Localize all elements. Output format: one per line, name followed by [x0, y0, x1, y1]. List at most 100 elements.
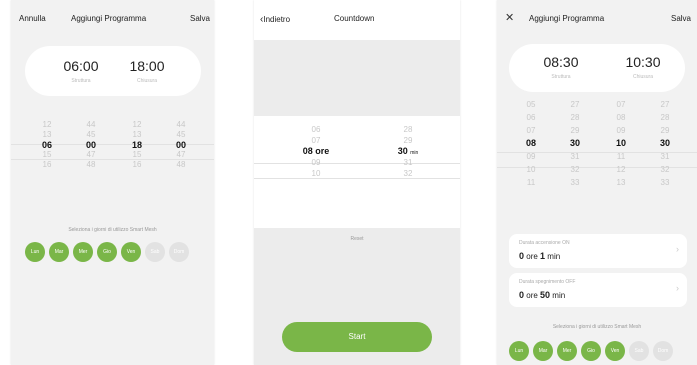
- day-toggle-ven[interactable]: Ven: [121, 242, 141, 262]
- page-title: Aggiungi Programma: [71, 14, 147, 23]
- picker-value[interactable]: 29: [651, 124, 679, 137]
- minute-off-picker[interactable]: 44 45 00 47 48: [167, 120, 195, 170]
- picker-value[interactable]: 11: [517, 176, 545, 189]
- picker-value[interactable]: 30: [651, 137, 679, 150]
- picker-value[interactable]: 12: [123, 120, 151, 130]
- picker-value[interactable]: 28: [651, 111, 679, 124]
- picker-value[interactable]: 06: [33, 140, 61, 150]
- off-time-label: Chiusura: [136, 78, 157, 84]
- picker-value[interactable]: 08 ore: [294, 146, 338, 157]
- picker-value[interactable]: 13: [123, 130, 151, 140]
- picker-value[interactable]: 10: [294, 168, 338, 179]
- picker-value[interactable]: 28: [561, 111, 589, 124]
- day-toggle-mar[interactable]: Mar: [533, 341, 553, 361]
- duration-on-label: Durata accensione ON: [519, 240, 570, 246]
- picker-value[interactable]: 13: [33, 130, 61, 140]
- picker-value[interactable]: 44: [77, 120, 105, 130]
- minute-off-picker[interactable]: 27 28 29 30 31 32 33: [651, 98, 679, 189]
- picker-value[interactable]: 31: [386, 157, 430, 168]
- hour-on-picker[interactable]: 05 06 07 08 09 10 11: [517, 98, 545, 189]
- back-button[interactable]: ‹Indietro: [260, 14, 290, 25]
- picker-value[interactable]: 13: [607, 176, 635, 189]
- picker-value[interactable]: 07: [607, 98, 635, 111]
- picker-value[interactable]: 10: [607, 137, 635, 150]
- day-toggle-sab[interactable]: Sab: [145, 242, 165, 262]
- day-toggle-mer[interactable]: Mer: [73, 242, 93, 262]
- minutes-picker[interactable]: 28 29 30 min 31 32: [386, 124, 430, 179]
- save-button[interactable]: Salva: [671, 14, 691, 23]
- picker-value[interactable]: 44: [167, 120, 195, 130]
- picker-value[interactable]: 18: [123, 140, 151, 150]
- picker-value[interactable]: 32: [386, 168, 430, 179]
- picker-value[interactable]: 27: [561, 98, 589, 111]
- picker-value[interactable]: 33: [561, 176, 589, 189]
- day-toggle-gio[interactable]: Gio: [97, 242, 117, 262]
- picker-value[interactable]: 07: [294, 135, 338, 146]
- top-bar: ✕ Aggiungi Programma Salva: [497, 0, 697, 40]
- picker-value[interactable]: 00: [77, 140, 105, 150]
- day-toggle-ven[interactable]: Ven: [605, 341, 625, 361]
- on-time: 08:30: [543, 54, 579, 70]
- picker-value[interactable]: 47: [77, 150, 105, 160]
- duration-on-field[interactable]: Durata accensione ON 0 ore 1 min ›: [509, 234, 687, 268]
- duration-off-field[interactable]: Durata spegnimento OFF 0 ore 50 min ›: [509, 273, 687, 307]
- day-toggle-lun[interactable]: Lun: [509, 341, 529, 361]
- hour-off-picker[interactable]: 07 08 09 10 11 12 13: [607, 98, 635, 189]
- picker-value[interactable]: 08: [607, 111, 635, 124]
- picker-value[interactable]: 09: [294, 157, 338, 168]
- picker-value[interactable]: 45: [167, 130, 195, 140]
- day-toggle-dom[interactable]: Dom: [653, 341, 673, 361]
- picker-value[interactable]: 28: [386, 124, 430, 135]
- page-title: Countdown: [334, 14, 375, 23]
- picker-value[interactable]: 32: [561, 163, 589, 176]
- day-toggle-dom[interactable]: Dom: [169, 242, 189, 262]
- time-summary-card: 08:30 Struttura 10:30 Chiusura: [509, 44, 685, 92]
- back-label: Indietro: [263, 15, 291, 24]
- picker-value[interactable]: 30: [561, 137, 589, 150]
- picker-value[interactable]: 31: [651, 150, 679, 163]
- close-icon[interactable]: ✕: [505, 11, 514, 24]
- save-button[interactable]: Salva: [190, 14, 210, 23]
- picker-value[interactable]: 33: [651, 176, 679, 189]
- picker-value[interactable]: 15: [33, 150, 61, 160]
- picker-value[interactable]: 07: [517, 124, 545, 137]
- hour-on-picker[interactable]: 12 13 06 15 16: [33, 120, 61, 170]
- picker-value[interactable]: 12: [33, 120, 61, 130]
- picker-value[interactable]: 45: [77, 130, 105, 140]
- picker-value[interactable]: 06: [517, 111, 545, 124]
- picker-value[interactable]: 32: [651, 163, 679, 176]
- picker-value[interactable]: 16: [33, 160, 61, 170]
- reset-label[interactable]: Reset: [254, 236, 460, 242]
- picker-value[interactable]: 29: [386, 135, 430, 146]
- days-note: Seleziona i giorni di utilizzo Smart Mes…: [552, 324, 642, 330]
- picker-value[interactable]: 10: [517, 163, 545, 176]
- picker-value[interactable]: 16: [123, 160, 151, 170]
- day-toggle-mer[interactable]: Mer: [557, 341, 577, 361]
- picker-value[interactable]: 09: [517, 150, 545, 163]
- cancel-button[interactable]: Annulla: [19, 14, 46, 23]
- day-toggle-gio[interactable]: Gio: [581, 341, 601, 361]
- picker-value[interactable]: 48: [167, 160, 195, 170]
- picker-value[interactable]: 31: [561, 150, 589, 163]
- picker-value[interactable]: 05: [517, 98, 545, 111]
- picker-value[interactable]: 48: [77, 160, 105, 170]
- picker-value[interactable]: 12: [607, 163, 635, 176]
- picker-value[interactable]: 06: [294, 124, 338, 135]
- hours-picker[interactable]: 06 07 08 ore 09 10: [294, 124, 338, 179]
- picker-value[interactable]: 15: [123, 150, 151, 160]
- picker-value[interactable]: 47: [167, 150, 195, 160]
- picker-value[interactable]: 00: [167, 140, 195, 150]
- day-toggle-sab[interactable]: Sab: [629, 341, 649, 361]
- picker-value[interactable]: 30 min: [386, 146, 430, 157]
- picker-value[interactable]: 29: [561, 124, 589, 137]
- picker-value[interactable]: 09: [607, 124, 635, 137]
- day-toggle-lun[interactable]: Lun: [25, 242, 45, 262]
- start-button[interactable]: Start: [282, 322, 432, 352]
- picker-value[interactable]: 08: [517, 137, 545, 150]
- picker-value[interactable]: 11: [607, 150, 635, 163]
- hour-off-picker[interactable]: 12 13 18 15 16: [123, 120, 151, 170]
- day-toggle-mar[interactable]: Mar: [49, 242, 69, 262]
- picker-value[interactable]: 27: [651, 98, 679, 111]
- minute-on-picker[interactable]: 27 28 29 30 31 32 33: [561, 98, 589, 189]
- minute-on-picker[interactable]: 44 45 00 47 48: [77, 120, 105, 170]
